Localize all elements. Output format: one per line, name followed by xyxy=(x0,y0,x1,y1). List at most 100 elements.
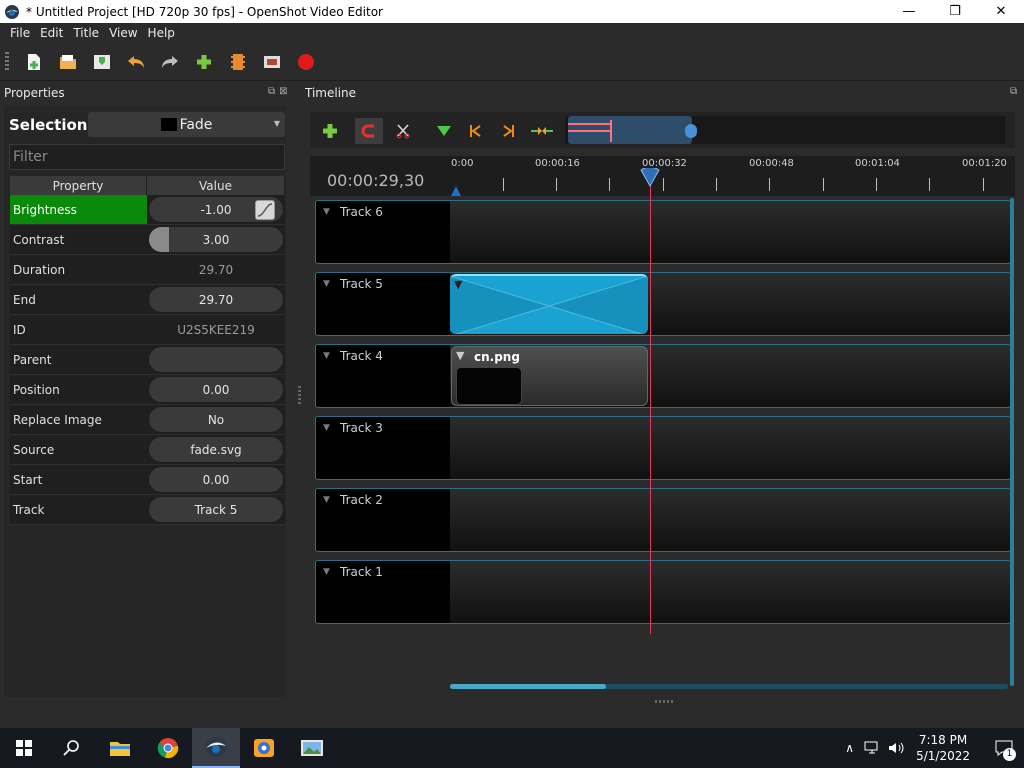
property-value[interactable]: -1.00 xyxy=(147,195,285,224)
track-1[interactable]: ▼ Track 1 xyxy=(315,560,1011,624)
property-value[interactable]: 0.00 xyxy=(147,375,285,404)
track-lane[interactable] xyxy=(450,417,1010,479)
new-project-button[interactable] xyxy=(17,47,51,77)
timeline-vertical-scrollbar[interactable] xyxy=(1010,198,1014,686)
property-name[interactable]: Parent xyxy=(10,345,147,374)
dock-splitter[interactable] xyxy=(298,386,301,404)
add-marker-button[interactable] xyxy=(430,118,458,144)
save-project-button[interactable] xyxy=(85,47,119,77)
timeline-horizontal-scrollbar[interactable] xyxy=(450,684,1008,689)
track-4[interactable]: ▼ Track 4 ▼ cn.png xyxy=(315,344,1011,408)
maximize-button[interactable]: ❐ xyxy=(932,0,978,23)
track-lane[interactable] xyxy=(450,489,1010,551)
property-row-end[interactable]: End 29.70 xyxy=(10,285,285,315)
property-value[interactable] xyxy=(147,345,285,374)
fullscreen-button[interactable] xyxy=(255,47,289,77)
track-menu-icon[interactable]: ▼ xyxy=(323,567,330,577)
menu-title[interactable]: Title xyxy=(68,26,104,40)
start-button[interactable] xyxy=(0,728,48,768)
property-name[interactable]: Position xyxy=(10,375,147,404)
property-value[interactable]: 0.00 xyxy=(147,465,285,494)
file-explorer-button[interactable] xyxy=(96,728,144,768)
redo-button[interactable] xyxy=(153,47,187,77)
track-header[interactable]: ▼ Track 4 xyxy=(316,345,450,407)
track-header[interactable]: ▼ Track 5 xyxy=(316,273,450,335)
taskbar-clock[interactable]: 7:18 PM 5/1/2022 xyxy=(916,732,970,764)
previous-marker-button[interactable] xyxy=(461,118,489,144)
snap-button[interactable] xyxy=(355,118,383,144)
property-value[interactable]: No xyxy=(147,405,285,434)
track-menu-icon[interactable]: ▼ xyxy=(323,495,330,505)
toolbar-grip[interactable] xyxy=(5,51,9,72)
filter-input[interactable]: Filter xyxy=(9,144,285,170)
property-row-replace-image[interactable]: Replace Image No xyxy=(10,405,285,435)
export-video-button[interactable] xyxy=(289,47,323,77)
track-lane[interactable] xyxy=(450,561,1010,623)
minimize-button[interactable]: — xyxy=(886,0,932,23)
razor-button[interactable] xyxy=(389,118,417,144)
property-row-source[interactable]: Source fade.svg xyxy=(10,435,285,465)
property-name[interactable]: Duration xyxy=(10,255,147,284)
property-name[interactable]: ID xyxy=(10,315,147,344)
zoom-handle[interactable] xyxy=(685,124,697,138)
property-name[interactable]: Track xyxy=(10,495,147,524)
property-row-start[interactable]: Start 0.00 xyxy=(10,465,285,495)
track-header[interactable]: ▼ Track 1 xyxy=(316,561,450,623)
column-header-property[interactable]: Property xyxy=(10,176,147,195)
property-name[interactable]: Replace Image xyxy=(10,405,147,434)
close-dock-icon[interactable]: ⊠ xyxy=(279,86,287,97)
property-name[interactable]: Source xyxy=(10,435,147,464)
center-timeline-button[interactable] xyxy=(528,118,556,144)
property-value[interactable]: Track 5 xyxy=(147,495,285,524)
column-header-value[interactable]: Value xyxy=(147,176,285,195)
fade-transition-clip[interactable]: ▼ xyxy=(450,274,648,334)
float-icon[interactable]: ⧉ xyxy=(1010,86,1017,97)
track-menu-icon[interactable]: ▼ xyxy=(323,279,330,289)
notification-center-button[interactable]: 1 xyxy=(984,728,1024,768)
track-menu-icon[interactable]: ▼ xyxy=(323,207,330,217)
float-icon[interactable]: ⧉ xyxy=(268,86,275,97)
track-5[interactable]: ▼ Track 5 ▼ xyxy=(315,272,1011,336)
property-name[interactable]: End xyxy=(10,285,147,314)
track-lane[interactable]: ▼ cn.png xyxy=(450,345,1010,407)
track-header[interactable]: ▼ Track 6 xyxy=(316,201,450,263)
close-button[interactable]: ✕ xyxy=(978,0,1024,23)
playhead-line[interactable] xyxy=(650,168,651,634)
selection-dropdown[interactable]: Fade ▼ xyxy=(88,112,285,137)
track-lane[interactable]: ▼ xyxy=(450,273,1010,335)
undo-button[interactable] xyxy=(119,47,153,77)
property-row-id[interactable]: ID U2S5KEE219 xyxy=(10,315,285,345)
property-row-brightness[interactable]: Brightness -1.00 xyxy=(10,195,285,225)
track-6[interactable]: ▼ Track 6 xyxy=(315,200,1011,264)
property-value[interactable]: 3.00 xyxy=(147,225,285,254)
property-value[interactable]: 29.70 xyxy=(147,285,285,314)
add-track-button[interactable] xyxy=(316,118,344,144)
property-name[interactable]: Start xyxy=(10,465,147,494)
dock-splitter-horizontal[interactable] xyxy=(655,700,673,703)
timeline-zoom-scrollbar[interactable] xyxy=(565,116,1005,144)
keyframe-curve-icon[interactable] xyxy=(255,200,275,220)
menu-view[interactable]: View xyxy=(104,26,142,40)
import-files-button[interactable] xyxy=(187,47,221,77)
property-row-duration[interactable]: Duration 29.70 xyxy=(10,255,285,285)
track-3[interactable]: ▼ Track 3 xyxy=(315,416,1011,480)
property-row-position[interactable]: Position 0.00 xyxy=(10,375,285,405)
property-name[interactable]: Contrast xyxy=(10,225,147,254)
menu-edit[interactable]: Edit xyxy=(35,26,68,40)
clip-menu-icon[interactable]: ▼ xyxy=(456,349,464,362)
menu-help[interactable]: Help xyxy=(143,26,180,40)
chrome-button[interactable] xyxy=(144,728,192,768)
scrollbar-thumb[interactable] xyxy=(450,684,606,689)
property-value[interactable]: fade.svg xyxy=(147,435,285,464)
next-marker-button[interactable] xyxy=(495,118,523,144)
app-button[interactable] xyxy=(240,728,288,768)
menu-file[interactable]: File xyxy=(0,26,35,40)
volume-icon[interactable] xyxy=(888,741,906,755)
timeline-ruler[interactable]: 00:00:29,30 0:00 00:00:16 00:00:32 00:00… xyxy=(310,156,1015,196)
track-header[interactable]: ▼ Track 3 xyxy=(316,417,450,479)
track-menu-icon[interactable]: ▼ xyxy=(323,351,330,361)
playhead-handle-icon[interactable] xyxy=(639,168,661,188)
clip-menu-icon[interactable]: ▼ xyxy=(454,278,462,291)
network-icon[interactable] xyxy=(864,741,882,755)
property-name[interactable]: Brightness xyxy=(10,195,147,224)
